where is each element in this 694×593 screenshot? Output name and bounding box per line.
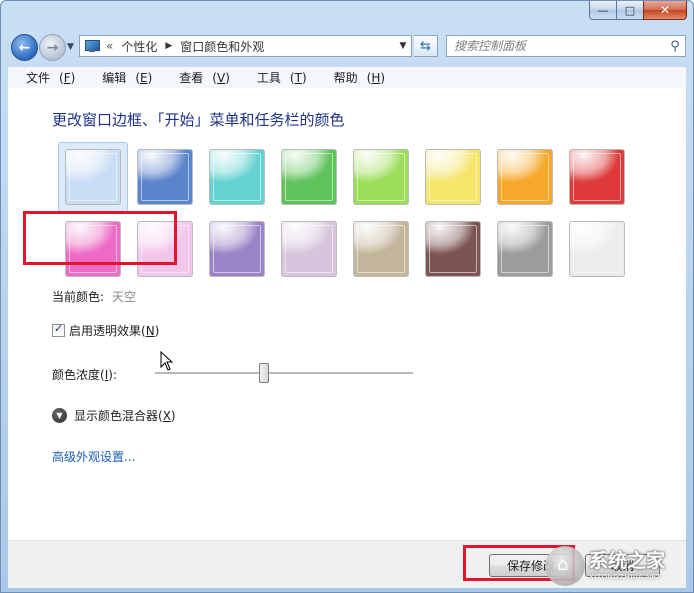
menu-help[interactable]: 帮助 (H) bbox=[316, 69, 394, 86]
recent-pages-dropdown[interactable]: ▼ bbox=[67, 42, 74, 52]
close-button[interactable]: ✕ bbox=[643, 1, 687, 20]
control-panel-icon bbox=[84, 39, 100, 53]
breadcrumb-separator-icon[interactable]: ▶ bbox=[165, 41, 172, 51]
color-swatch-leaf[interactable] bbox=[281, 149, 337, 205]
navigation-bar: ← → ▼ « 个性化 ▶ 窗口颜色和外观 ▼ ⇆ ⚲ bbox=[1, 32, 693, 62]
watermark-text: 系统之家 XITONGZHIJIA.NET bbox=[589, 549, 666, 581]
color-swatch-taupe[interactable] bbox=[353, 221, 409, 277]
window-frame: — □ ✕ ← → ▼ « 个性化 ▶ 窗口颜色和外观 ▼ ⇆ ⚲ 文件(F) … bbox=[0, 0, 694, 593]
address-dropdown-button[interactable]: ▼ bbox=[395, 41, 411, 51]
color-swatch-pumpkin[interactable] bbox=[497, 149, 553, 205]
color-swatch-lime[interactable] bbox=[353, 149, 409, 205]
transparency-option[interactable]: ✓ 启用透明效果(N) bbox=[52, 322, 159, 339]
watermark: ⌂ 系统之家 XITONGZHIJIA.NET bbox=[545, 544, 691, 588]
check-icon: ✓ bbox=[54, 322, 64, 335]
color-swatch-chocolate[interactable] bbox=[425, 221, 481, 277]
transparency-checkbox[interactable]: ✓ bbox=[52, 322, 65, 337]
current-color-text: 当前颜色: 天空 bbox=[52, 288, 136, 305]
title-bar: — □ ✕ bbox=[1, 1, 693, 31]
arrow-left-icon: ← bbox=[18, 39, 31, 56]
refresh-icon: ⇆ bbox=[420, 38, 431, 54]
annotation-highlight-transparency bbox=[23, 211, 177, 265]
address-bar[interactable]: « 个性化 ▶ 窗口颜色和外观 ▼ bbox=[79, 35, 412, 57]
address-overflow-chevron[interactable]: « bbox=[106, 39, 113, 53]
intensity-label: 颜色浓度(I): bbox=[52, 368, 117, 382]
search-box[interactable]: ⚲ bbox=[446, 35, 686, 57]
menu-tools[interactable]: 工具 (T) bbox=[239, 69, 316, 86]
window-controls: — □ ✕ bbox=[589, 1, 687, 20]
refresh-button[interactable]: ⇆ bbox=[414, 35, 438, 57]
color-swatch-twilight[interactable] bbox=[137, 149, 193, 205]
search-input[interactable] bbox=[447, 38, 665, 54]
color-swatch-sun[interactable] bbox=[425, 149, 481, 205]
mouse-pointer-icon bbox=[160, 351, 174, 371]
back-button[interactable]: ← bbox=[11, 34, 38, 61]
breadcrumb-personalization[interactable]: 个性化 bbox=[121, 38, 157, 55]
color-mixer-toggle[interactable]: ▼ 显示颜色混合器(X) bbox=[52, 407, 176, 424]
transparency-label: 启用透明效果(N) bbox=[69, 324, 160, 338]
menu-edit[interactable]: 编辑 (E) bbox=[84, 69, 161, 86]
color-swatch-lavender[interactable] bbox=[281, 221, 337, 277]
menu-bar: 文件 (F) 编辑 (E) 查看 (V) 工具 (T) 帮助 (H) bbox=[8, 67, 686, 89]
current-color-value: 天空 bbox=[112, 290, 137, 304]
maximize-button[interactable]: □ bbox=[616, 1, 643, 20]
intensity-slider-track[interactable] bbox=[155, 372, 413, 375]
forward-button[interactable]: → bbox=[39, 34, 66, 61]
breadcrumb-window-color[interactable]: 窗口颜色和外观 bbox=[180, 38, 264, 55]
chevron-down-icon: ▼ bbox=[399, 41, 407, 51]
color-swatch-sea[interactable] bbox=[209, 149, 265, 205]
menu-file[interactable]: 文件 (F) bbox=[8, 69, 84, 86]
chevron-down-icon[interactable]: ▼ bbox=[52, 408, 67, 423]
intensity-slider-thumb[interactable] bbox=[259, 363, 270, 383]
color-swatch-ruby[interactable] bbox=[569, 149, 625, 205]
color-swatch-frost[interactable] bbox=[569, 221, 625, 277]
watermark-logo-icon: ⌂ bbox=[545, 546, 585, 586]
main-content: 更改窗口边框、「开始」菜单和任务栏的颜色 当前颜色: 天空 ✓ 启用透明效果(N)… bbox=[8, 88, 686, 540]
color-swatch-slate[interactable] bbox=[497, 221, 553, 277]
color-swatch-sky[interactable] bbox=[65, 149, 121, 205]
chevron-down-icon: ▼ bbox=[67, 42, 74, 52]
arrow-right-icon: → bbox=[46, 39, 59, 56]
current-color-label: 当前颜色: bbox=[52, 290, 105, 304]
menu-view[interactable]: 查看 (V) bbox=[161, 69, 239, 86]
search-icon[interactable]: ⚲ bbox=[665, 39, 685, 54]
color-mixer-label: 显示颜色混合器(X) bbox=[74, 409, 176, 423]
color-swatch-violet[interactable] bbox=[209, 221, 265, 277]
advanced-appearance-link[interactable]: 高级外观设置... bbox=[52, 448, 135, 465]
page-title: 更改窗口边框、「开始」菜单和任务栏的颜色 bbox=[52, 111, 345, 129]
minimize-button[interactable]: — bbox=[589, 1, 616, 20]
